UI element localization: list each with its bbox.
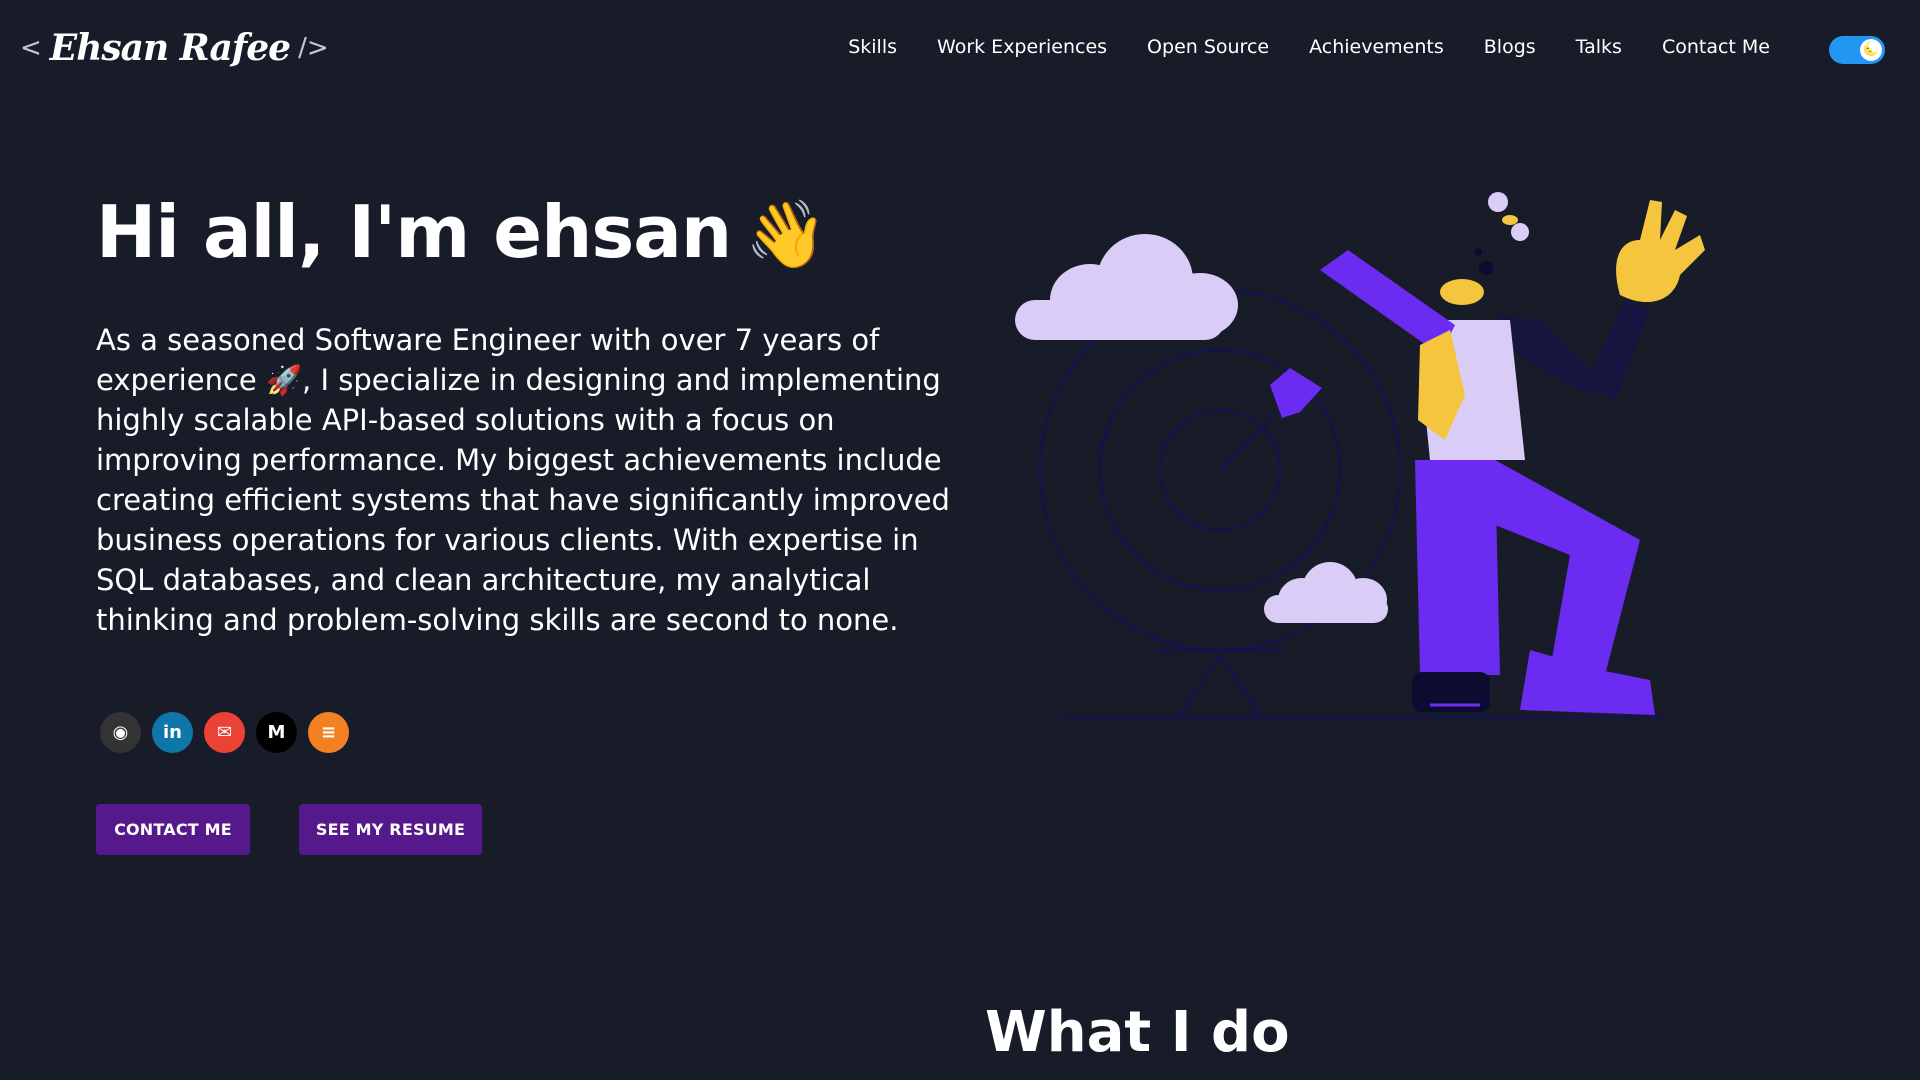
arrow-icon: [1218, 368, 1322, 472]
nav-contact-me[interactable]: Contact Me: [1642, 30, 1790, 64]
nav-open-source[interactable]: Open Source: [1127, 30, 1289, 64]
nav-skills[interactable]: Skills: [828, 30, 917, 64]
linkedin-icon[interactable]: in: [152, 712, 193, 753]
logo-close-bracket: />: [298, 32, 329, 63]
nav-achievements[interactable]: Achievements: [1289, 30, 1464, 64]
greeting-text: Hi all, I'm ehsan: [96, 190, 732, 274]
logo-signature: Ehsan Rafee: [49, 26, 291, 69]
wave-hand-icon: 👋: [745, 196, 827, 273]
gmail-icon[interactable]: ✉: [204, 712, 245, 753]
main-nav: Skills Work Experiences Open Source Achi…: [828, 30, 1790, 64]
stackoverflow-icon[interactable]: ≡: [308, 712, 349, 753]
moon-icon: 🌜: [1860, 39, 1882, 61]
social-links: ◉ in ✉ M ≡: [100, 712, 349, 753]
person-figure: [1320, 192, 1705, 715]
nav-work-experiences[interactable]: Work Experiences: [917, 30, 1127, 64]
nav-blogs[interactable]: Blogs: [1464, 30, 1556, 64]
bio-text: As a seasoned Software Engineer with ove…: [96, 323, 950, 637]
medium-icon[interactable]: M: [256, 712, 297, 753]
header: < Ehsan Rafee /> Skills Work Experiences…: [0, 0, 1920, 100]
github-icon[interactable]: ◉: [100, 712, 141, 753]
hero-illustration: [1015, 192, 1705, 719]
theme-toggle[interactable]: 🌜: [1829, 36, 1885, 64]
what-i-do-heading: What I do: [985, 1000, 1290, 1065]
cloud-icon: [1015, 234, 1238, 340]
logo-open-bracket: <: [20, 32, 42, 63]
portfolio-page: < Ehsan Rafee /> Skills Work Experiences…: [0, 0, 1920, 1080]
nav-talks[interactable]: Talks: [1556, 30, 1642, 64]
logo[interactable]: < Ehsan Rafee />: [20, 20, 329, 75]
see-resume-button[interactable]: SEE MY RESUME: [299, 804, 482, 855]
greeting-heading: Hi all, I'm ehsan 👋: [96, 190, 827, 274]
contact-me-button[interactable]: CONTACT ME: [96, 804, 250, 855]
